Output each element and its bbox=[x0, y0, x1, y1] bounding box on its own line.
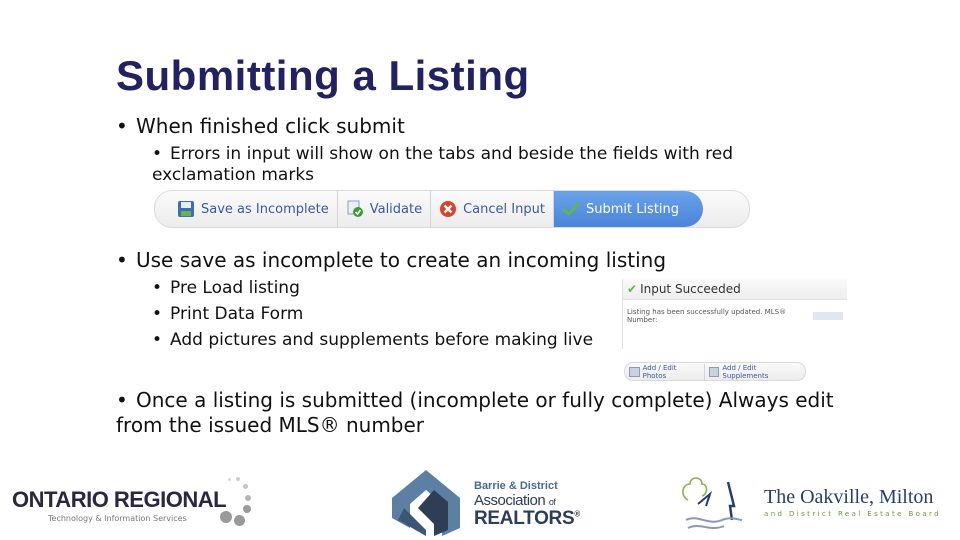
photo-edit-icon bbox=[629, 366, 640, 377]
bullet-2-sub-3: • Add pictures and supplements before mak… bbox=[152, 330, 594, 350]
listing-toolbar: Save as Incomplete Validate Cancel Input… bbox=[154, 190, 750, 228]
bullet-2-sub-2: • Print Data Form bbox=[152, 304, 304, 324]
oakville-tree-house-icon bbox=[682, 477, 743, 529]
validate-check-icon bbox=[346, 200, 364, 218]
barrie-house-icon bbox=[392, 470, 460, 536]
panel-header: ✔ Input Succeeded bbox=[623, 279, 847, 300]
slide-title: Submitting a Listing bbox=[116, 52, 530, 99]
bullet-1-sub-1: • Errors in input will show on the tabs a… bbox=[152, 144, 734, 185]
supplement-edit-icon bbox=[708, 366, 720, 377]
oakville-milton-board-logo: The Oakville, Milton and District Real E… bbox=[678, 470, 958, 536]
save-as-incomplete-button[interactable]: Save as Incomplete bbox=[155, 191, 338, 227]
logo-dot bbox=[234, 515, 245, 526]
logo-dot bbox=[243, 484, 248, 489]
ontario-regional-logo: ONTARIO REGIONAL Technology & Informatio… bbox=[12, 475, 252, 535]
bullet-1: • When finished click submit bbox=[116, 114, 405, 138]
logo-dot bbox=[220, 511, 232, 523]
logo-dot bbox=[243, 505, 251, 513]
add-edit-photos-button[interactable]: Add / Edit Photos bbox=[625, 363, 705, 380]
logo-dot bbox=[236, 477, 240, 481]
panel-message: Listing has been successfully updated. M… bbox=[623, 300, 847, 332]
bullet-2-sub-1: • Pre Load listing bbox=[152, 278, 300, 298]
success-check-icon: ✔ bbox=[627, 282, 638, 296]
cancel-input-button[interactable]: Cancel Input bbox=[431, 191, 554, 227]
mls-number-value bbox=[812, 312, 843, 320]
checkmark-icon bbox=[562, 200, 580, 218]
bullet-2: • Use save as incomplete to create an inc… bbox=[116, 248, 667, 272]
barrie-realtors-logo: Barrie & District Association of REALTOR… bbox=[388, 468, 580, 538]
cancel-x-icon bbox=[439, 200, 457, 218]
bullet-3: • Once a listing is submitted (incomplete… bbox=[116, 388, 834, 437]
submit-listing-button[interactable]: Submit Listing bbox=[553, 191, 704, 227]
listing-actions-bar: Add / Edit Photos Add / Edit Supplements bbox=[624, 362, 806, 381]
validate-button[interactable]: Validate bbox=[338, 191, 432, 227]
logo-dot bbox=[228, 478, 231, 481]
logo-dot bbox=[245, 495, 251, 501]
add-edit-supplements-button[interactable]: Add / Edit Supplements bbox=[705, 364, 805, 380]
floppy-disk-icon bbox=[177, 200, 195, 218]
input-succeeded-panel: ✔ Input Succeeded Listing has been succe… bbox=[622, 279, 847, 349]
